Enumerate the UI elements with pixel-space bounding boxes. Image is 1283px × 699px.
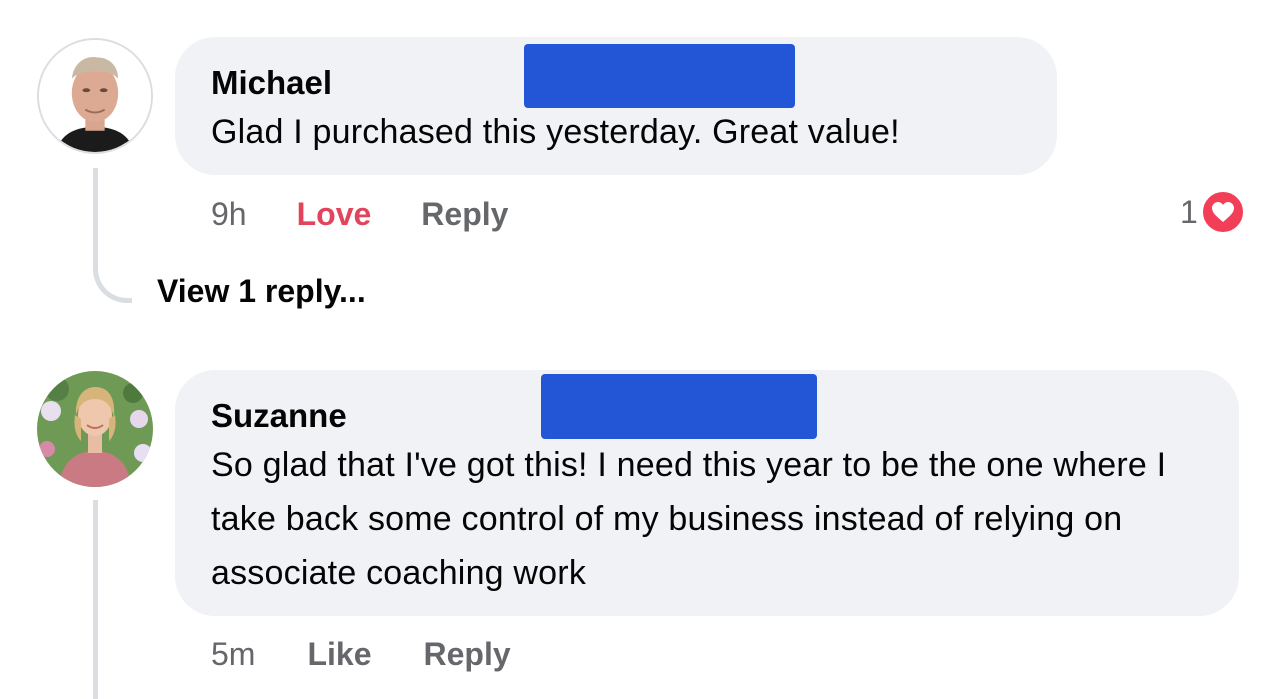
like-button[interactable]: Like [307, 636, 371, 673]
heart-icon [1199, 189, 1246, 235]
reaction-count: 1 [1180, 193, 1198, 230]
avatar-michael[interactable] [37, 38, 153, 154]
comment-timestamp[interactable]: 9h [211, 196, 247, 233]
avatar-suzanne[interactable] [37, 371, 153, 487]
comment-bubble: Suzanne So glad that I've got this! I ne… [175, 370, 1239, 616]
redaction-box [541, 374, 817, 439]
thread-connector [93, 500, 98, 699]
thread-connector [93, 168, 132, 303]
reply-button[interactable]: Reply [423, 636, 510, 673]
comment-author[interactable]: Michael [211, 63, 332, 103]
profile-photo-suzanne [37, 371, 153, 487]
view-replies-link[interactable]: View 1 reply... [157, 273, 366, 310]
redaction-box [524, 44, 795, 108]
comment-actions: 9h Love Reply [211, 193, 508, 235]
comment-bubble: Michael Glad I purchased this yesterday.… [175, 37, 1057, 175]
author-name[interactable]: Suzanne [211, 396, 347, 436]
profile-photo-michael [39, 40, 151, 152]
reply-button[interactable]: Reply [421, 196, 508, 233]
author-name[interactable]: Michael [211, 63, 332, 103]
comment-actions: 5m Like Reply [211, 633, 511, 675]
comment-timestamp[interactable]: 5m [211, 636, 255, 673]
comment-text: So glad that I've got this! I need this … [211, 446, 1167, 592]
comment-author[interactable]: Suzanne [211, 396, 347, 436]
love-button[interactable]: Love [297, 196, 372, 233]
reaction-summary[interactable]: 1 [1180, 189, 1246, 235]
comment-text: Glad I purchased this yesterday. Great v… [211, 113, 900, 151]
